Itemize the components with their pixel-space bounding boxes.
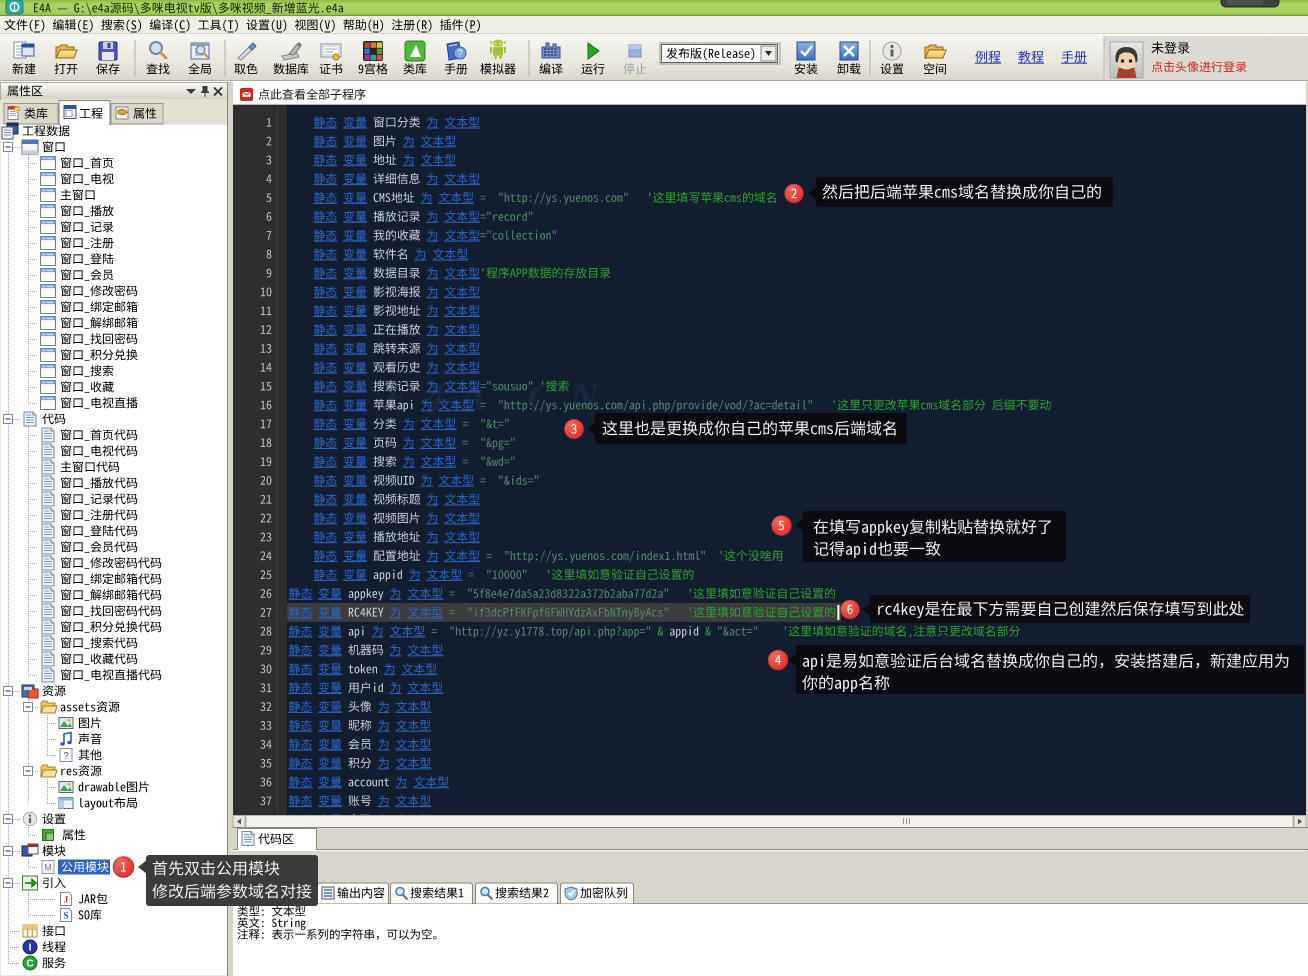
svg-text:e: e [15,107,19,114]
svg-text:S: S [63,911,68,921]
svg-text:M: M [44,863,52,873]
svg-text:J: J [64,895,69,905]
svg-text:C: C [26,959,33,970]
svg-text:I: I [29,943,32,954]
svg-text:?: ? [457,49,463,60]
svg-text:?: ? [63,751,69,762]
